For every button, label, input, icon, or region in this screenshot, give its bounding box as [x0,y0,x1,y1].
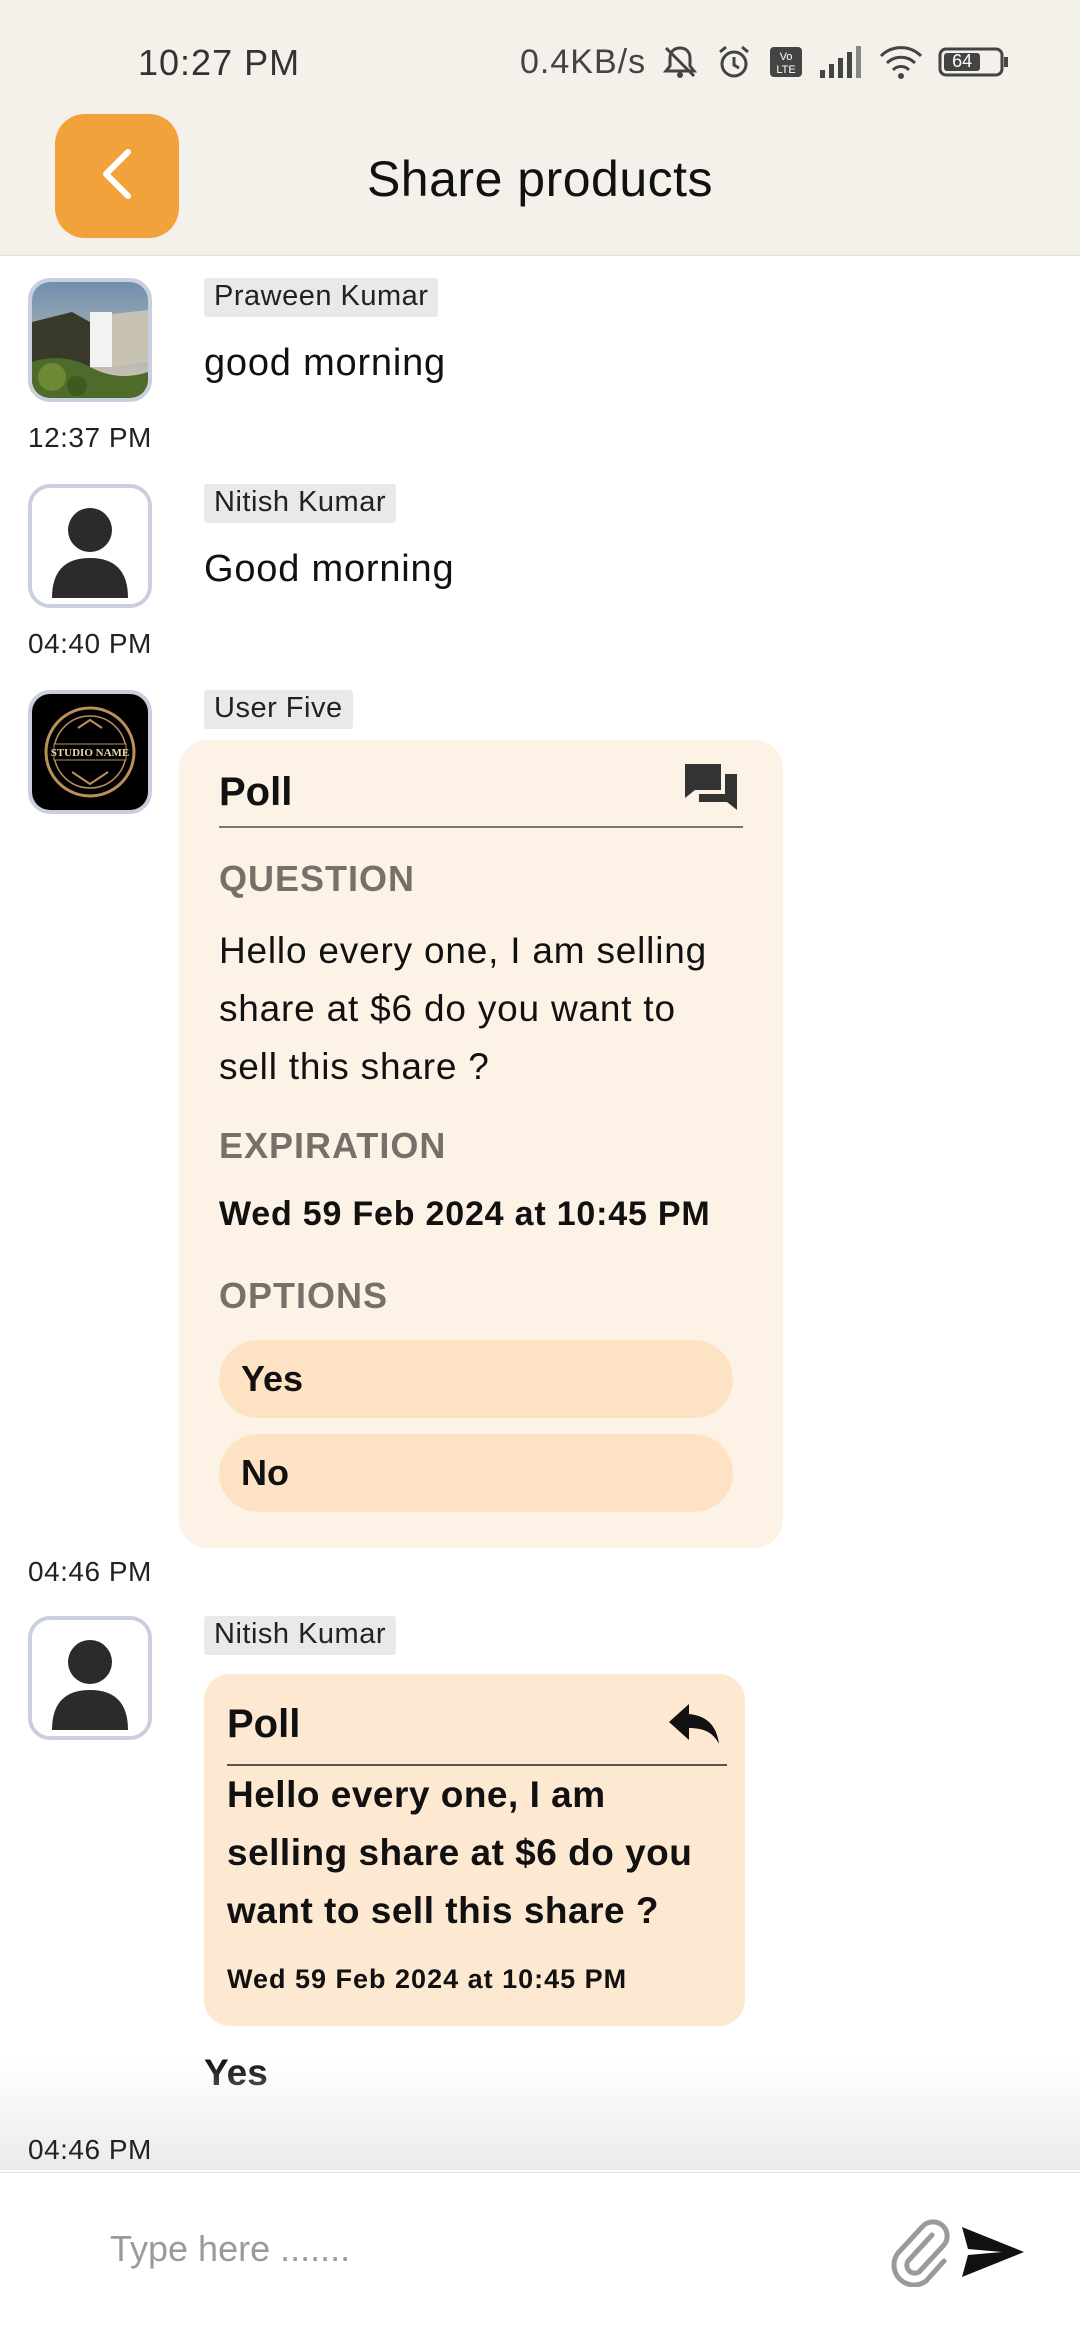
network-speed: 0.4KB/s [520,42,647,81]
message-time: 12:37 PM [28,422,152,453]
quoted-poll-expiration: Wed 59 Feb 2024 at 10:45 PM [227,1964,628,1994]
expiration-label: EXPIRATION [219,1125,447,1166]
quoted-poll-header: Poll [227,1702,727,1766]
mute-bell-icon [660,42,700,82]
message-text: good morning [204,342,446,384]
alarm-icon [714,42,754,82]
question-label: QUESTION [219,858,416,899]
signal-icon [818,44,864,80]
message-composer [0,2172,1080,2341]
chat-bubbles-icon[interactable] [681,758,741,823]
poll-title: Poll [219,770,293,814]
app-header: Share products [0,110,1080,256]
message-time: 04:46 PM [28,1556,152,1587]
reply-arrow-icon [667,1700,721,1753]
status-icons: 0.4KB/s Vo LTE 64 [520,40,1010,84]
poll-question: Hello every one, I am selling share at $… [219,930,707,1087]
poll-option-yes[interactable]: Yes [219,1340,733,1418]
studio-logo: STUDIO NAME [32,694,148,810]
status-time: 10:27 PM [138,42,301,83]
quoted-poll-title: Poll [227,1702,301,1746]
message-text: Good morning [204,548,455,590]
svg-text:STUDIO NAME: STUDIO NAME [51,747,130,759]
sender-name: Nitish Kumar [204,484,396,523]
wifi-icon [878,44,924,80]
poll-card[interactable]: Poll QUESTION Hello every one, I am sell… [179,740,783,1548]
waterfall-photo [32,282,148,398]
avatar[interactable] [28,484,152,608]
poll-expiration: Wed 59 Feb 2024 at 10:45 PM [219,1195,711,1233]
sender-name: Nitish Kumar [204,1616,396,1655]
poll-header: Poll [219,764,743,828]
avatar[interactable] [28,278,152,402]
default-user-icon [32,1620,148,1736]
avatar[interactable] [28,1616,152,1740]
options-label: OPTIONS [219,1275,389,1316]
battery-level: 64 [952,51,973,71]
paperclip-icon[interactable] [888,2217,952,2288]
sender-name: Praween Kumar [204,278,439,317]
message-input[interactable] [108,2213,872,2285]
avatar[interactable]: STUDIO NAME [28,690,152,814]
svg-text:LTE: LTE [776,64,795,76]
status-bar: 10:27 PM 0.4KB/s Vo LTE 64 [0,0,1080,120]
page-title: Share products [366,151,714,207]
quoted-poll-card[interactable]: Poll Hello every one, I am selling share… [204,1674,745,2026]
svg-text:Vo: Vo [780,51,793,63]
send-icon[interactable] [958,2217,1028,2287]
scroll-fade [0,2060,1080,2170]
volte-icon: Vo LTE [768,44,804,80]
quoted-poll-question: Hello every one, I am selling share at $… [227,1774,693,1931]
message-time: 04:40 PM [28,628,152,659]
poll-option-no[interactable]: No [219,1434,733,1512]
default-user-icon [32,488,148,604]
message-time: 04:46 PM [28,2134,152,2165]
sender-name: User Five [204,690,353,729]
battery-icon: 64 [938,45,1010,79]
